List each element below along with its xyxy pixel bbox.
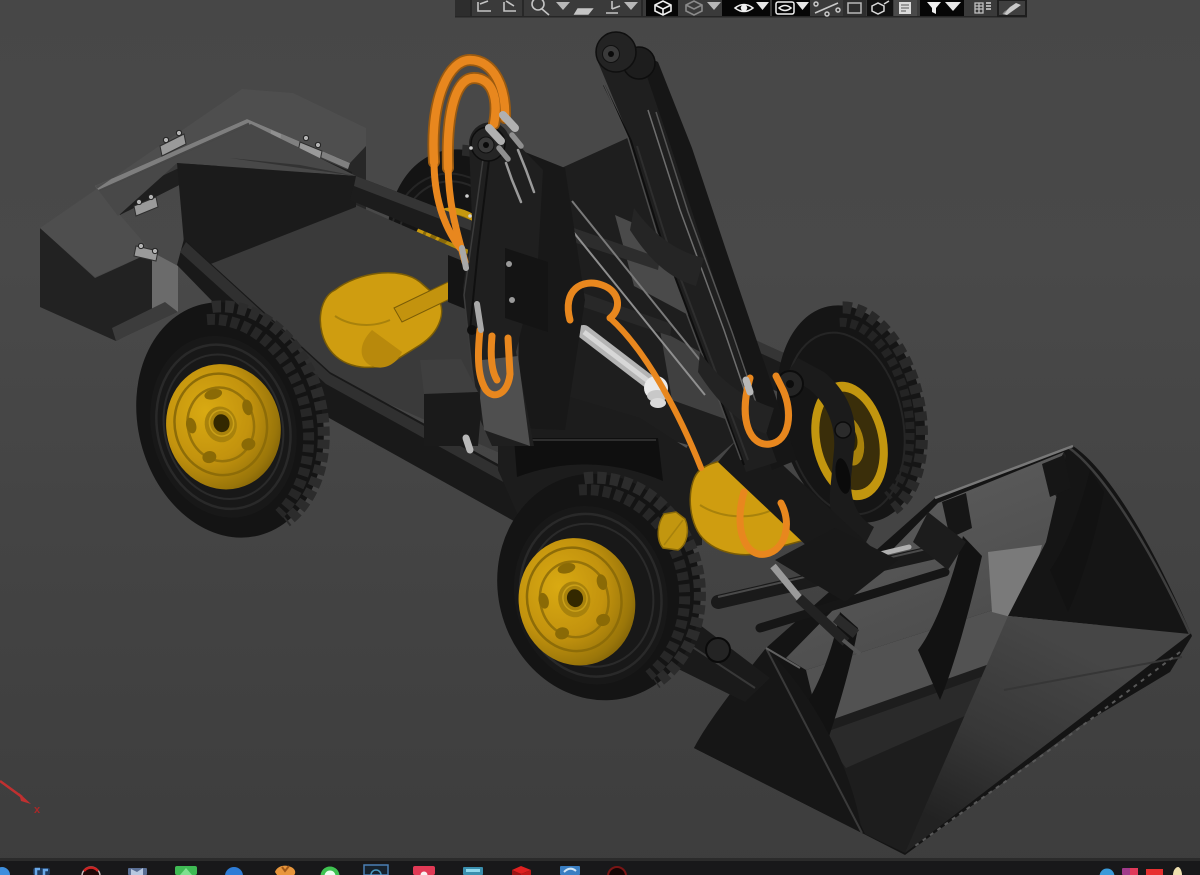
svg-text:x: x	[34, 804, 41, 816]
